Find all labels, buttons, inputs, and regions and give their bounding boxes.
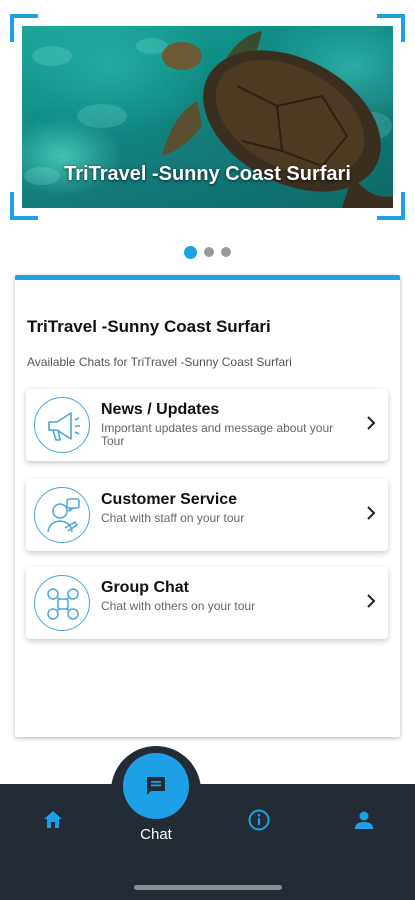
chat-name: Group Chat — [101, 579, 189, 596]
chat-description: Chat with others on your tour — [101, 599, 256, 613]
carousel-pager — [0, 245, 415, 259]
card-title: TriTravel -Sunny Coast Surfari — [27, 317, 271, 336]
chat-item-group-chat[interactable]: Group Chat Chat with others on your tour — [26, 567, 388, 639]
home-icon[interactable] — [41, 808, 65, 832]
person-icon[interactable] — [352, 808, 376, 832]
megaphone-icon — [34, 397, 90, 453]
group-icon — [34, 575, 90, 631]
chat-description: Important updates and message about your… — [101, 421, 334, 448]
chevron-right-icon — [367, 506, 376, 520]
chevron-right-icon — [367, 594, 376, 608]
chat-name: News / Updates — [101, 401, 220, 418]
pager-dot-active[interactable] — [184, 245, 197, 259]
banner-title: TriTravel -Sunny Coast Surfari — [64, 163, 351, 185]
pager-dot[interactable] — [204, 247, 214, 257]
banner-carousel[interactable]: TriTravel -Sunny Coast Surfari — [10, 14, 405, 220]
chat-icon — [147, 777, 165, 795]
chat-item-customer-service[interactable]: Customer Service Chat with staff on your… — [26, 479, 388, 551]
card-subtitle: Available Chats for TriTravel -Sunny Coa… — [27, 355, 292, 369]
support-agent-icon — [34, 487, 90, 543]
banner-image: TriTravel -Sunny Coast Surfari — [22, 26, 393, 208]
home-indicator — [134, 885, 282, 890]
pager-dot[interactable] — [221, 247, 231, 257]
chevron-right-icon — [367, 416, 376, 430]
info-icon[interactable] — [247, 808, 271, 832]
chat-list-card: TriTravel -Sunny Coast Surfari Available… — [15, 275, 400, 737]
chat-description: Chat with staff on your tour — [101, 511, 245, 525]
bottom-navigation — [0, 784, 415, 900]
chat-fab-button[interactable] — [123, 753, 189, 819]
chat-item-news[interactable]: News / Updates Important updates and mes… — [26, 389, 388, 461]
chat-nav-label: Chat — [140, 826, 172, 843]
chat-name: Customer Service — [101, 491, 238, 508]
